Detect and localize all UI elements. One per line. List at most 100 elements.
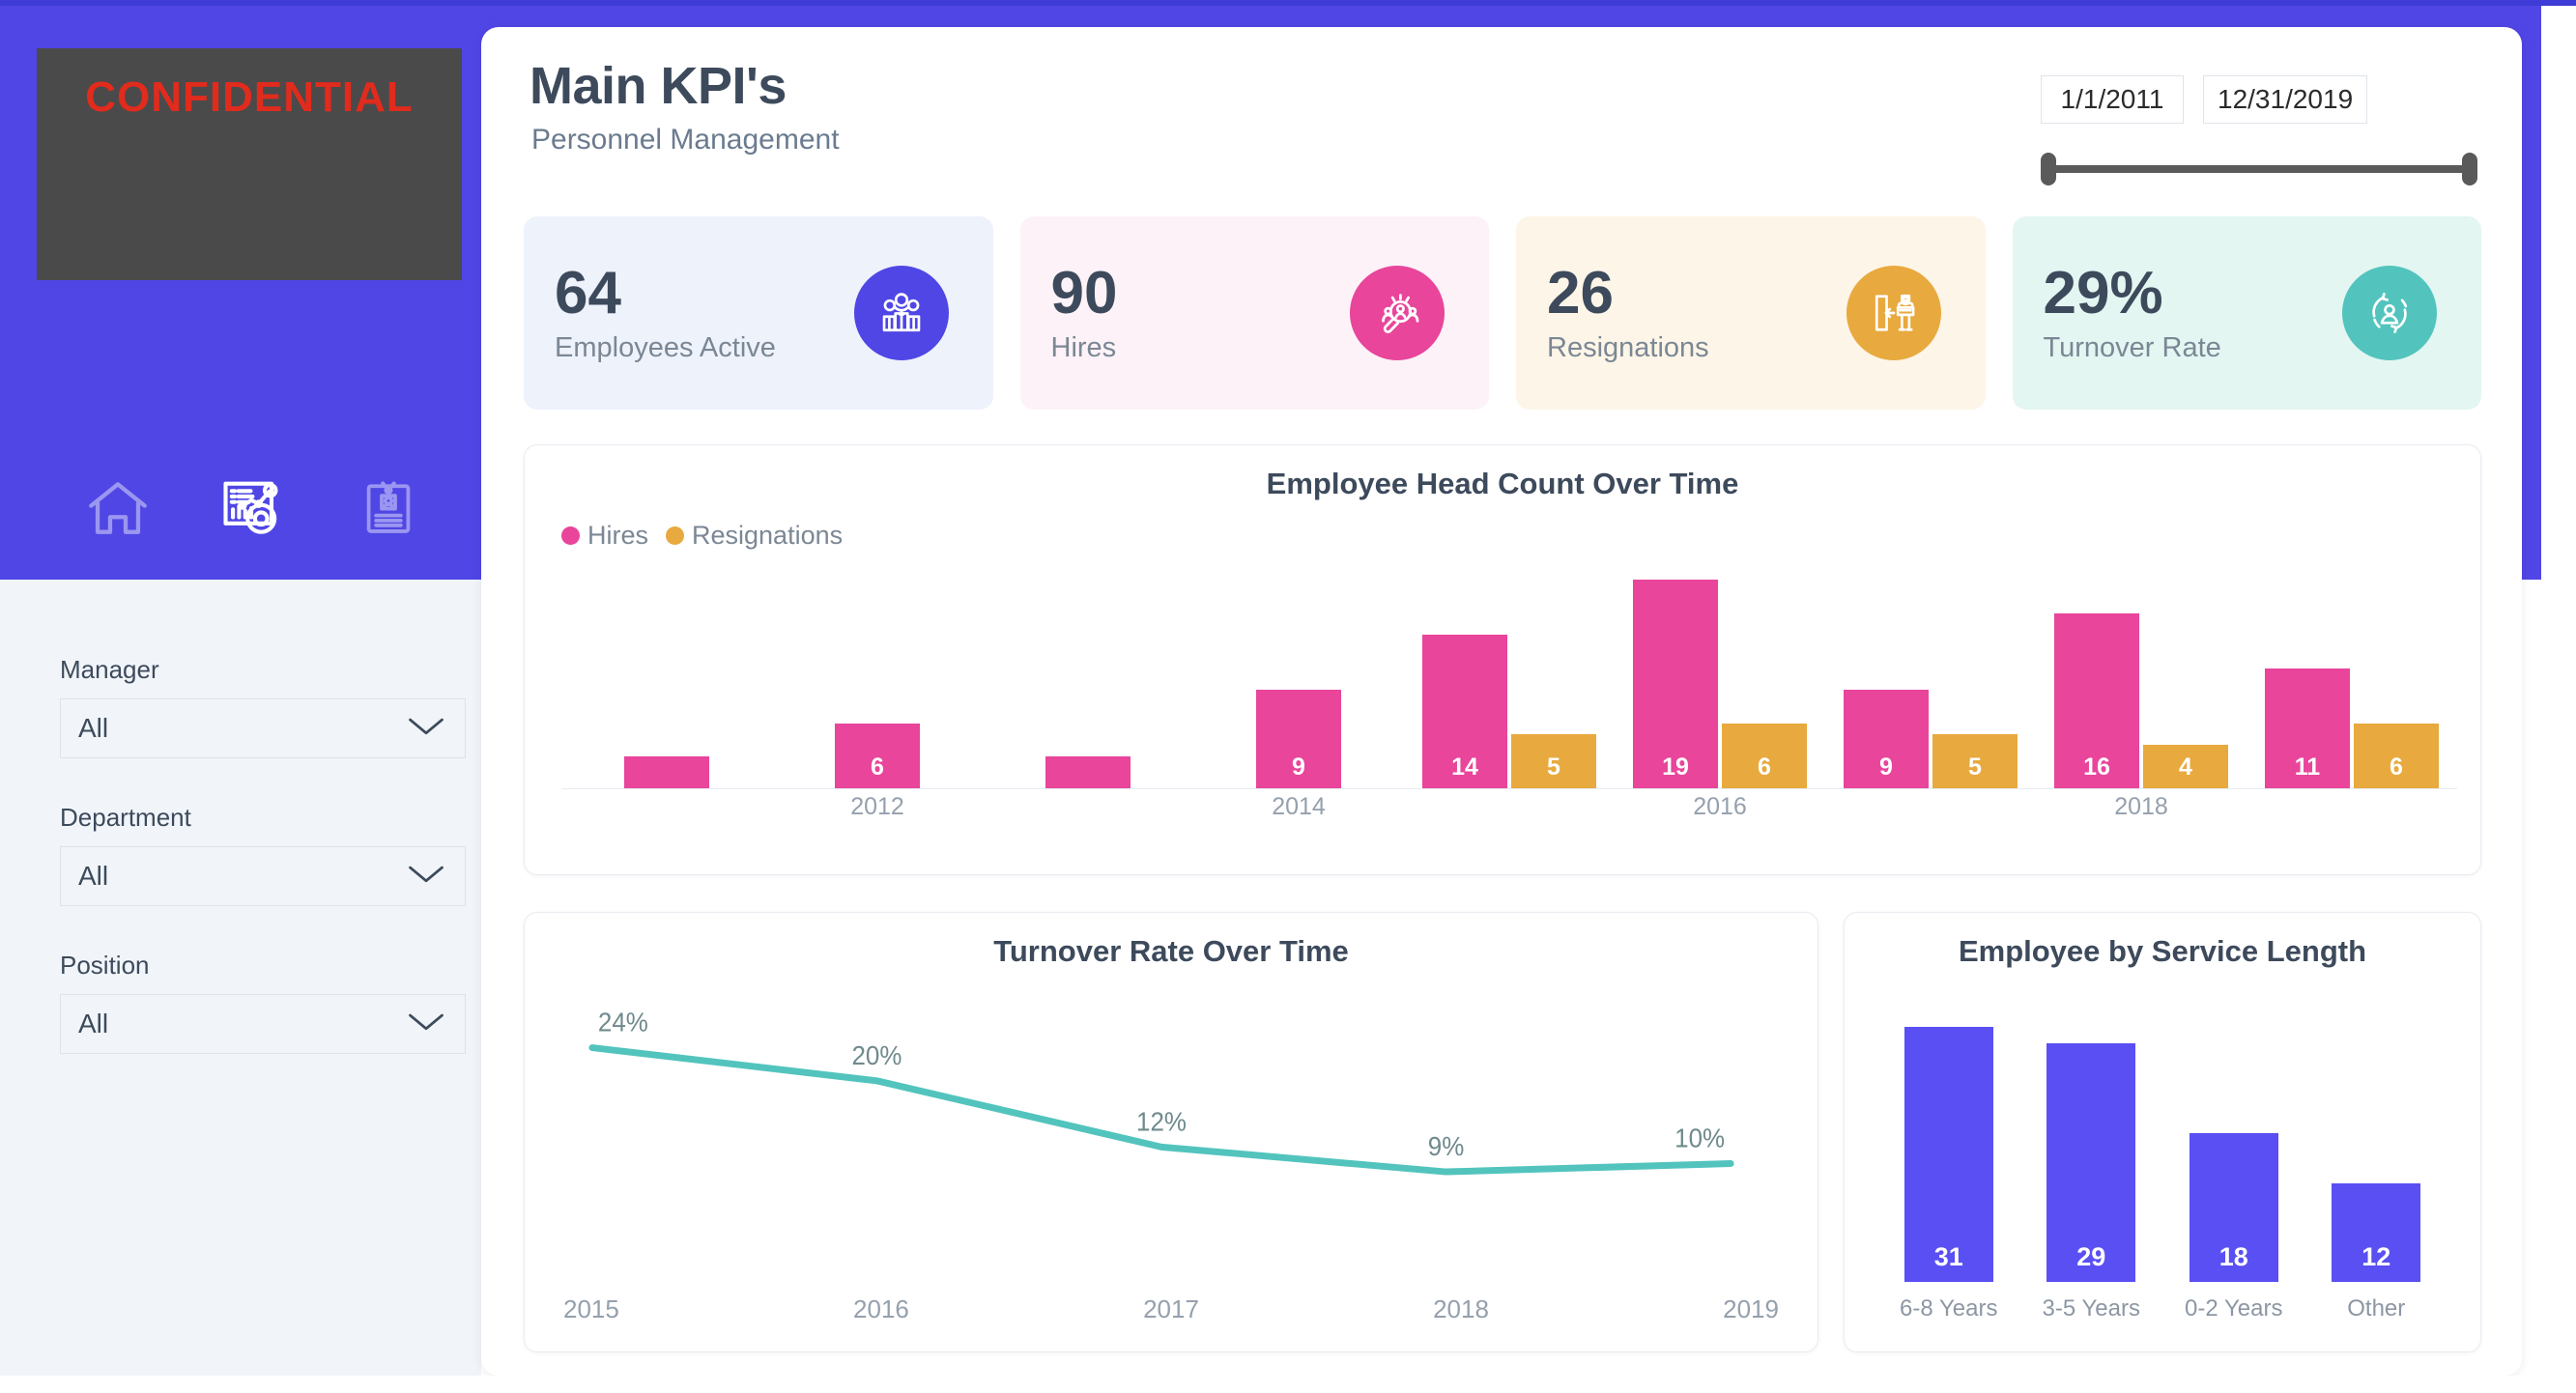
service-length-chart-title: Employee by Service Length <box>1845 913 2480 969</box>
turnover-cycle-icon <box>2362 286 2417 340</box>
date-to-input[interactable]: 12/31/2019 <box>2203 75 2367 124</box>
x-axis-tick: Other <box>2322 1295 2430 1322</box>
slider-handle-left[interactable] <box>2041 153 2056 185</box>
filter-department-select[interactable]: All <box>60 846 466 906</box>
filter-position-label: Position <box>60 951 466 981</box>
bar-resignations[interactable]: 6 <box>2354 724 2439 789</box>
sidebar: CONFIDENTIAL <box>0 6 481 1393</box>
headcount-chart-title: Employee Head Count Over Time <box>525 445 2480 501</box>
x-axis-tick: 2012 <box>772 793 983 826</box>
sidebar-item-employees[interactable] <box>348 468 429 549</box>
kpi-value: 90 <box>1051 262 1118 325</box>
bar-value-label: 5 <box>1968 753 1982 789</box>
filter-position: Position All <box>60 951 466 1054</box>
filter-position-select[interactable]: All <box>60 994 466 1054</box>
x-axis-tick <box>2247 793 2457 826</box>
people-group-icon <box>874 286 929 340</box>
bar-hires[interactable]: 9 <box>1844 690 1929 789</box>
bar-resignations[interactable]: 5 <box>1511 734 1596 789</box>
legend-label: Resignations <box>692 521 843 551</box>
bar-hires[interactable]: 9 <box>1256 690 1341 789</box>
bar-group <box>561 569 772 789</box>
x-axis-tick <box>561 793 772 826</box>
x-axis-tick: 2018 <box>2036 793 2247 826</box>
recruit-search-icon <box>1369 285 1425 341</box>
kpi-card-employees-active[interactable]: 64 Employees Active <box>524 216 993 410</box>
date-range-slider[interactable] <box>2041 153 2477 185</box>
kpi-card-hires[interactable]: 90 Hires <box>1020 216 1490 410</box>
date-range-control: 1/1/2011 12/31/2019 <box>2041 75 2477 185</box>
bar-hires[interactable] <box>1045 756 1131 789</box>
kpi-card-row: 64 Employees Active <box>524 216 2481 410</box>
page-bottom-strip <box>0 1376 2576 1393</box>
confidential-label: CONFIDENTIAL <box>37 48 462 122</box>
bar-resignations[interactable]: 5 <box>1932 734 2018 789</box>
turnover-cycle-icon-badge <box>2342 266 2437 360</box>
x-axis-tick: 2016 <box>853 1294 909 1324</box>
headcount-chart-card: Employee Head Count Over Time Hires Resi… <box>524 444 2481 875</box>
sidebar-nav <box>77 468 429 549</box>
bar-value-label: 12 <box>2361 1242 2390 1282</box>
bar-group: 6 <box>772 569 983 789</box>
bar-value-label: 19 <box>1662 753 1689 789</box>
dashboard-analytics-icon <box>216 471 290 545</box>
headcount-plot-area: 6914519695164116 2012201420162018 <box>561 569 2457 832</box>
bar-hires[interactable]: 19 <box>1633 580 1718 789</box>
kpi-card-turnover-rate[interactable]: 29% Turnover Rate <box>2013 216 2482 410</box>
main-content-panel: Main KPI's Personnel Management 1/1/2011… <box>481 27 2522 1376</box>
exit-door-icon-badge <box>1846 266 1941 360</box>
date-from-input[interactable]: 1/1/2011 <box>2041 75 2184 124</box>
legend-item-resignations[interactable]: Resignations <box>666 521 843 551</box>
people-group-icon-badge <box>854 266 949 360</box>
bar-resignations[interactable]: 4 <box>2143 745 2228 789</box>
x-axis-tick: 2014 <box>1193 793 1404 826</box>
x-axis-tick: 6-8 Years <box>1895 1295 2003 1322</box>
headcount-legend: Hires Resignations <box>561 521 843 551</box>
bar-value-label: 6 <box>2390 753 2403 789</box>
slider-handle-right[interactable] <box>2462 153 2477 185</box>
bar-6-8-years[interactable]: 31 <box>1904 1027 1993 1282</box>
filter-manager: Manager All <box>60 655 466 758</box>
kpi-value: 29% <box>2044 262 2221 325</box>
bar-hires[interactable]: 11 <box>2265 668 2350 789</box>
bar-hires[interactable]: 14 <box>1422 635 1507 789</box>
turnover-chart-card: Turnover Rate Over Time 24%20%12%9%10% 2… <box>524 912 1818 1352</box>
bar-0-2-years[interactable]: 18 <box>2190 1133 2278 1282</box>
bar-resignations[interactable]: 6 <box>1722 724 1807 789</box>
bar-value-label: 6 <box>871 753 884 789</box>
slider-track <box>2048 165 2470 173</box>
x-axis-tick: 2016 <box>1615 793 1825 826</box>
bar-hires[interactable]: 6 <box>835 724 920 789</box>
legend-item-hires[interactable]: Hires <box>561 521 648 551</box>
kpi-value: 26 <box>1547 262 1709 325</box>
data-point-label: 9% <box>1428 1131 1465 1161</box>
bar-group: 14 5 <box>1404 569 1615 789</box>
kpi-card-resignations[interactable]: 26 Resignations <box>1516 216 1986 410</box>
x-axis-line <box>561 788 2457 789</box>
bar-other[interactable]: 12 <box>2332 1183 2420 1282</box>
sidebar-item-home[interactable] <box>77 468 158 549</box>
kpi-label: Turnover Rate <box>2044 332 2221 364</box>
bar-group: 16 4 <box>2036 569 2247 789</box>
filter-manager-label: Manager <box>60 655 466 685</box>
sidebar-item-dashboard[interactable] <box>213 468 294 549</box>
id-badge-icon <box>355 474 422 542</box>
bar-value-label: 14 <box>1451 753 1478 789</box>
x-axis-tick: 2019 <box>1723 1294 1779 1324</box>
bar-group: 11 6 <box>2247 569 2457 789</box>
bar-hires[interactable]: 16 <box>2054 613 2139 789</box>
bar-value-label: 31 <box>1934 1242 1963 1282</box>
dashboard-page: CONFIDENTIAL <box>0 0 2576 1393</box>
x-axis-tick <box>1825 793 2036 826</box>
bar-group <box>983 569 1193 789</box>
bar-3-5-years[interactable]: 29 <box>2046 1043 2135 1282</box>
chevron-down-icon <box>405 861 447 893</box>
bar-hires[interactable] <box>624 756 709 789</box>
service-length-plot-area: 31291812 6-8 Years3-5 Years0-2 YearsOthe… <box>1877 1002 2447 1330</box>
kpi-label: Resignations <box>1547 332 1709 364</box>
filter-manager-select[interactable]: All <box>60 698 466 758</box>
bar-value-label: 16 <box>2083 753 2110 789</box>
page-title: Main KPI's <box>530 56 787 116</box>
data-point-label: 12% <box>1136 1107 1187 1137</box>
exit-door-icon <box>1867 286 1921 340</box>
